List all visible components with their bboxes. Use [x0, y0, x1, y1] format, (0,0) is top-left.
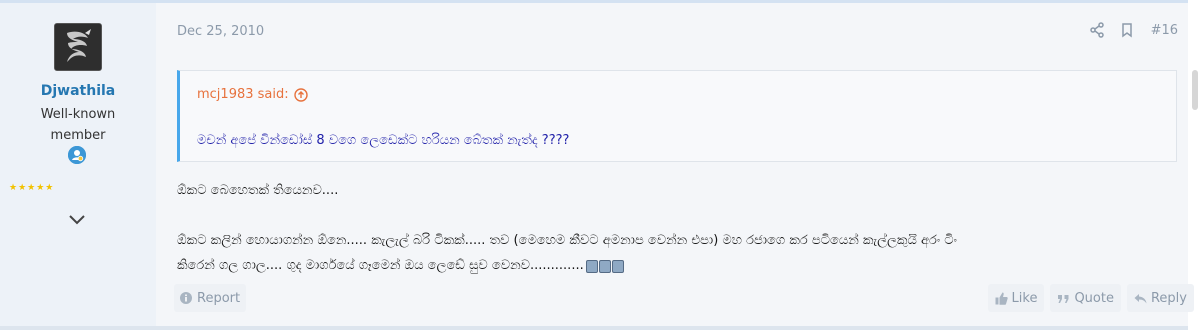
- quote-icon: [1058, 294, 1069, 303]
- quote-block: mcj1983 said: මචන් අපේ වින්ඩෝස් 8 වගෙ ලෙ…: [177, 70, 1177, 162]
- chevron-down-icon[interactable]: [67, 212, 87, 228]
- scrollbar-thumb[interactable]: [1192, 70, 1198, 110]
- reply-icon: [1134, 293, 1147, 303]
- quote-author-label: mcj1983 said:: [197, 87, 289, 102]
- rating-stars: ★★★★★: [9, 183, 55, 193]
- user-cell: Djwathila Well-known member ★★★★★: [0, 3, 156, 326]
- message-line-1: ඕකට බෙහෙතක් තියෙනව....: [177, 183, 339, 198]
- avatar[interactable]: [54, 23, 102, 71]
- message-line-3-wrap: කිරෙන් ගල ගාල.... ගුද මාර්ගයේ ගෑමෙන් ඔය …: [177, 253, 1177, 282]
- reply-label: Reply: [1150, 290, 1187, 306]
- share-icon[interactable]: [1089, 22, 1105, 38]
- bottom-border: [0, 326, 1188, 330]
- post-actions: #16: [1075, 22, 1178, 38]
- thumbs-up-icon: [995, 292, 1008, 305]
- username[interactable]: Djwathila: [0, 83, 156, 99]
- footer-actions: Like Quote Reply: [982, 284, 1194, 312]
- scrollbar-track[interactable]: [1188, 0, 1200, 330]
- quote-text: මචන් අපේ වින්ඩෝස් 8 වගෙ ලෙඩෙක්ට හරියන බේ…: [197, 133, 570, 148]
- message-line-3: කිරෙන් ගල ගාල.... ගුද මාර්ගයේ ගෑමෙන් ඔය …: [177, 258, 584, 273]
- report-button[interactable]: Report: [174, 284, 247, 312]
- post-date[interactable]: Dec 25, 2010: [177, 24, 264, 39]
- info-icon: [180, 292, 192, 304]
- user-title: Well-known member: [40, 107, 116, 143]
- message-line-2: ඕකට කලින් හොයාගන්න ඕනෙ..... කැලැල් බරි ට…: [177, 233, 957, 248]
- post-number[interactable]: #16: [1151, 23, 1178, 38]
- quote-author[interactable]: mcj1983 said:: [197, 87, 308, 102]
- message-body: ඕකට බෙහෙතක් තියෙනව.... ඕකට කලින් හොයාගන්…: [177, 178, 1177, 282]
- report-label: Report: [197, 290, 241, 306]
- like-button[interactable]: Like: [987, 284, 1045, 312]
- dragon-icon: [55, 24, 101, 70]
- quote-label: Quote: [1074, 290, 1114, 306]
- bookmark-icon[interactable]: [1119, 22, 1135, 38]
- like-label: Like: [1011, 290, 1038, 306]
- user-badge-icon: [68, 146, 86, 164]
- quote-button[interactable]: Quote: [1050, 284, 1121, 312]
- reply-button[interactable]: Reply: [1126, 284, 1194, 312]
- arrow-up-circle-icon[interactable]: [293, 87, 308, 102]
- smilies-icon: [585, 257, 625, 282]
